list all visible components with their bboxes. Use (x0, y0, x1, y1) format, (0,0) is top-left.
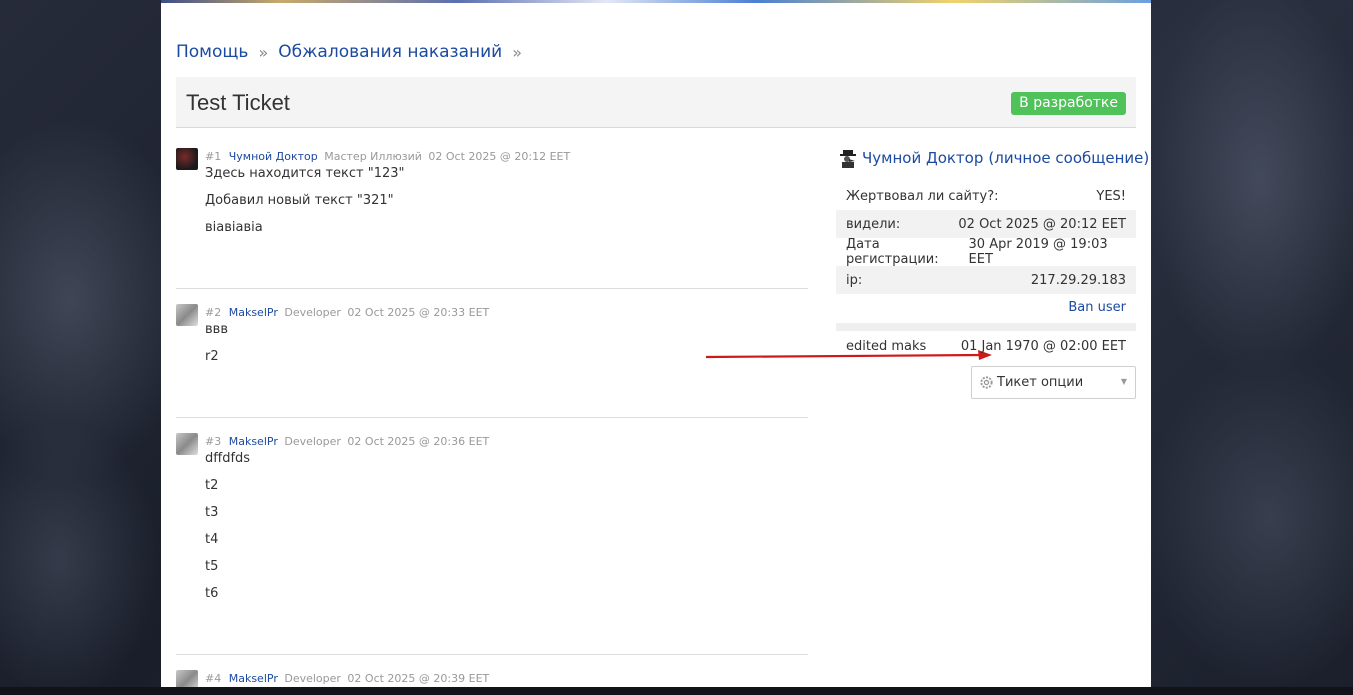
post-date: 02 Oct 2025 @ 20:12 EET (428, 150, 571, 163)
post-line: t5 (205, 559, 219, 574)
chevron-down-icon: ▼ (1120, 377, 1127, 386)
avatar[interactable] (176, 670, 198, 687)
breadcrumb-separator: » (512, 42, 523, 62)
post-body: Здесь находится текст "123" Добавил новы… (205, 166, 405, 247)
info-value: 02 Oct 2025 @ 20:12 EET (958, 216, 1126, 232)
post-rank: Developer (284, 672, 341, 685)
info-row-registered: Дата регистрации: 30 Apr 2019 @ 19:03 EE… (836, 237, 1136, 267)
post-rank: Developer (284, 435, 341, 448)
ban-user-link[interactable]: Ban user (1068, 300, 1126, 315)
info-row-ip: ip: 217.29.29.183 (836, 266, 1136, 294)
post-4: #4 MakselPr Developer 02 Oct 2025 @ 20:3… (176, 670, 808, 687)
info-label: edited maks (846, 338, 927, 354)
breadcrumb-separator: » (258, 42, 269, 62)
sidebar-divider (836, 323, 1136, 331)
post-number[interactable]: #1 (205, 150, 221, 163)
post-meta: #4 MakselPr Developer 02 Oct 2025 @ 20:3… (205, 672, 489, 685)
status-badge: В разработке (1011, 92, 1126, 115)
post-line: r2 (205, 349, 219, 364)
post-author[interactable]: MakselPr (229, 435, 278, 448)
post-date: 02 Oct 2025 @ 20:36 EET (347, 435, 490, 448)
post-line: Добавил новый текст "321" (205, 193, 394, 208)
info-label: ip: (846, 272, 863, 288)
breadcrumb: Помощь » Обжалования наказаний » (176, 40, 532, 64)
bottom-strip (0, 687, 1353, 695)
post-number[interactable]: #4 (205, 672, 221, 685)
gear-icon (980, 376, 993, 389)
info-value: 217.29.29.183 (1030, 272, 1126, 288)
post-author[interactable]: MakselPr (229, 672, 278, 685)
sidebar-user-name[interactable]: Чумной Доктор (862, 149, 983, 167)
info-value: YES! (1096, 188, 1126, 204)
info-label: Дата регистрации: (846, 237, 939, 267)
post-1: #1 Чумной Доктор Мастер Иллюзий 02 Oct 2… (176, 148, 808, 289)
post-line: dffdfds (205, 451, 251, 466)
sidebar-user: Чумной Доктор (личное сообщение) (838, 148, 1149, 168)
post-date: 02 Oct 2025 @ 20:33 EET (347, 306, 490, 319)
main-content: Помощь » Обжалования наказаний » Test Ti… (161, 0, 1151, 687)
info-value: 01 Jan 1970 @ 02:00 EET (960, 338, 1126, 354)
ticket-title: Test Ticket (186, 90, 290, 115)
post-line: віавіавіа (205, 220, 263, 235)
post-line: t6 (205, 586, 219, 601)
post-line: t3 (205, 505, 219, 520)
breadcrumb-help[interactable]: Помощь (176, 42, 248, 62)
avatar[interactable] (176, 304, 198, 326)
info-row-donated: Жертвовал ли сайту?: YES! (836, 182, 1136, 210)
post-line: t2 (205, 478, 219, 493)
post-date: 02 Oct 2025 @ 20:39 EET (347, 672, 490, 685)
post-line: Здесь находится текст "123" (205, 166, 405, 181)
post-meta: #2 MakselPr Developer 02 Oct 2025 @ 20:3… (205, 306, 489, 319)
breadcrumb-appeals[interactable]: Обжалования наказаний (278, 42, 502, 62)
plague-doctor-icon (840, 150, 856, 168)
header-banner (161, 0, 1151, 3)
info-row-edited: edited maks 01 Jan 1970 @ 02:00 EET (836, 332, 1136, 360)
post-line: t4 (205, 532, 219, 547)
post-author[interactable]: MakselPr (229, 306, 278, 319)
post-number[interactable]: #2 (205, 306, 221, 319)
info-row-seen: видели: 02 Oct 2025 @ 20:12 EET (836, 210, 1136, 238)
ticket-options-label: Тикет опции (997, 375, 1084, 390)
post-rank: Мастер Иллюзий (324, 150, 422, 163)
info-value: 30 Apr 2019 @ 19:03 EET (968, 237, 1108, 267)
post-body: dffdfds t2 t3 t4 t5 t6 (205, 451, 250, 613)
post-body: ввв r2 (205, 322, 228, 376)
info-label: Жертвовал ли сайту?: (846, 188, 999, 204)
private-message-link[interactable]: личное сообщение (994, 149, 1143, 167)
post-meta: #1 Чумной Доктор Мастер Иллюзий 02 Oct 2… (205, 150, 570, 163)
post-author[interactable]: Чумной Доктор (229, 150, 318, 163)
ticket-options-dropdown[interactable]: Тикет опции ▼ (971, 366, 1136, 399)
ticket-title-bar: Test Ticket В разработке (176, 77, 1136, 128)
info-label: видели: (846, 216, 901, 232)
avatar[interactable] (176, 148, 198, 170)
post-rank: Developer (284, 306, 341, 319)
post-3: #3 MakselPr Developer 02 Oct 2025 @ 20:3… (176, 433, 808, 655)
avatar[interactable] (176, 433, 198, 455)
post-number[interactable]: #3 (205, 435, 221, 448)
post-line: ввв (205, 322, 228, 337)
post-meta: #3 MakselPr Developer 02 Oct 2025 @ 20:3… (205, 435, 489, 448)
